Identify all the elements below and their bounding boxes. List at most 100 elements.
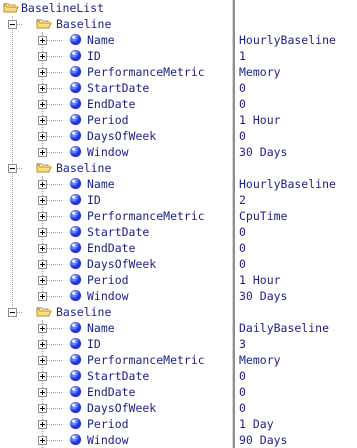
- property-name: Window: [87, 289, 129, 303]
- property-orb-icon: [70, 114, 81, 125]
- property-value: 0: [239, 401, 246, 415]
- open-folder-icon: [36, 307, 52, 317]
- plus-expander-icon[interactable]: [38, 340, 47, 349]
- property-name: Period: [87, 417, 129, 431]
- property-name: PerformanceMetric: [87, 353, 205, 367]
- property-value: 0: [239, 257, 246, 271]
- property-value: 1 Day: [239, 417, 274, 431]
- property-value: 0: [239, 81, 246, 95]
- property-name: ID: [87, 193, 101, 207]
- plus-expander-icon[interactable]: [38, 372, 47, 381]
- property-value: Memory: [239, 65, 281, 79]
- plus-expander-icon[interactable]: [38, 52, 47, 61]
- baseline-node-row-3[interactable]: Baseline: [0, 304, 232, 320]
- minus-expander-icon[interactable]: [8, 308, 17, 317]
- baseline-node-label: Baseline: [56, 17, 112, 31]
- plus-expander-icon[interactable]: [38, 100, 47, 109]
- plus-expander-icon[interactable]: [38, 260, 47, 269]
- property-name: Window: [87, 433, 129, 447]
- plus-expander-icon[interactable]: [38, 36, 47, 45]
- property-row[interactable]: DaysOfWeek: [0, 128, 232, 144]
- plus-expander-icon[interactable]: [38, 356, 47, 365]
- property-row[interactable]: StartDate: [0, 224, 232, 240]
- property-value: 0: [239, 225, 246, 239]
- property-name: ID: [87, 337, 101, 351]
- minus-expander-icon[interactable]: [8, 164, 17, 173]
- property-row[interactable]: ID: [0, 336, 232, 352]
- property-row[interactable]: Window: [0, 432, 232, 448]
- property-name: DaysOfWeek: [87, 257, 157, 271]
- property-value: 30 Days: [239, 145, 288, 159]
- plus-expander-icon[interactable]: [38, 196, 47, 205]
- property-row[interactable]: Name: [0, 32, 232, 48]
- tree-root-row[interactable]: BaselineList: [0, 0, 232, 16]
- plus-expander-icon[interactable]: [38, 148, 47, 157]
- property-orb-icon: [70, 82, 81, 93]
- property-row[interactable]: EndDate: [0, 240, 232, 256]
- property-row[interactable]: StartDate: [0, 368, 232, 384]
- property-orb-icon: [70, 418, 81, 429]
- property-orb-icon: [70, 178, 81, 189]
- plus-expander-icon[interactable]: [38, 212, 47, 221]
- property-name: StartDate: [87, 369, 150, 383]
- plus-expander-icon[interactable]: [38, 84, 47, 93]
- property-orb-icon: [70, 66, 81, 77]
- property-row[interactable]: PerformanceMetric: [0, 64, 232, 80]
- property-value: 0: [239, 241, 246, 255]
- property-row[interactable]: Window: [0, 288, 232, 304]
- property-row[interactable]: EndDate: [0, 384, 232, 400]
- plus-expander-icon[interactable]: [38, 276, 47, 285]
- plus-expander-icon[interactable]: [38, 292, 47, 301]
- property-name: Name: [87, 177, 115, 191]
- property-name: StartDate: [87, 225, 150, 239]
- property-orb-icon: [70, 370, 81, 381]
- property-name: DaysOfWeek: [87, 129, 157, 143]
- property-row[interactable]: Name: [0, 320, 232, 336]
- property-row[interactable]: Period: [0, 416, 232, 432]
- plus-expander-icon[interactable]: [38, 228, 47, 237]
- plus-expander-icon[interactable]: [38, 420, 47, 429]
- plus-expander-icon[interactable]: [38, 324, 47, 333]
- property-orb-icon: [70, 146, 81, 157]
- open-folder-icon: [36, 19, 52, 29]
- plus-expander-icon[interactable]: [38, 388, 47, 397]
- property-orb-icon: [70, 226, 81, 237]
- property-row[interactable]: PerformanceMetric: [0, 352, 232, 368]
- property-value: 0: [239, 369, 246, 383]
- baseline-node-row-2[interactable]: Baseline: [0, 160, 232, 176]
- property-row[interactable]: DaysOfWeek: [0, 256, 232, 272]
- property-value: DailyBaseline: [239, 321, 330, 335]
- property-orb-icon: [70, 402, 81, 413]
- property-row[interactable]: StartDate: [0, 80, 232, 96]
- property-value: 2: [239, 193, 246, 207]
- property-row[interactable]: DaysOfWeek: [0, 400, 232, 416]
- plus-expander-icon[interactable]: [38, 68, 47, 77]
- plus-expander-icon[interactable]: [38, 132, 47, 141]
- property-row[interactable]: Period: [0, 272, 232, 288]
- property-orb-icon: [70, 354, 81, 365]
- property-value: 0: [239, 385, 246, 399]
- plus-expander-icon[interactable]: [38, 436, 47, 445]
- property-row[interactable]: Name: [0, 176, 232, 192]
- column-divider[interactable]: [232, 0, 235, 448]
- open-folder-icon: [3, 3, 19, 13]
- plus-expander-icon[interactable]: [38, 180, 47, 189]
- property-name: EndDate: [87, 385, 136, 399]
- property-row[interactable]: ID: [0, 192, 232, 208]
- property-row[interactable]: EndDate: [0, 96, 232, 112]
- plus-expander-icon[interactable]: [38, 404, 47, 413]
- value-column: HourlyBaseline 1 Memory 0 0 1 Hour 0 30 …: [237, 0, 357, 448]
- property-name: DaysOfWeek: [87, 401, 157, 415]
- plus-expander-icon[interactable]: [38, 244, 47, 253]
- property-orb-icon: [70, 258, 81, 269]
- minus-expander-icon[interactable]: [8, 20, 17, 29]
- property-row[interactable]: ID: [0, 48, 232, 64]
- property-row[interactable]: Period: [0, 112, 232, 128]
- baseline-node-row-1[interactable]: Baseline: [0, 16, 232, 32]
- property-value: 3: [239, 337, 246, 351]
- property-name: PerformanceMetric: [87, 209, 205, 223]
- property-row[interactable]: Window: [0, 144, 232, 160]
- property-name: PerformanceMetric: [87, 65, 205, 79]
- plus-expander-icon[interactable]: [38, 116, 47, 125]
- property-row[interactable]: PerformanceMetric: [0, 208, 232, 224]
